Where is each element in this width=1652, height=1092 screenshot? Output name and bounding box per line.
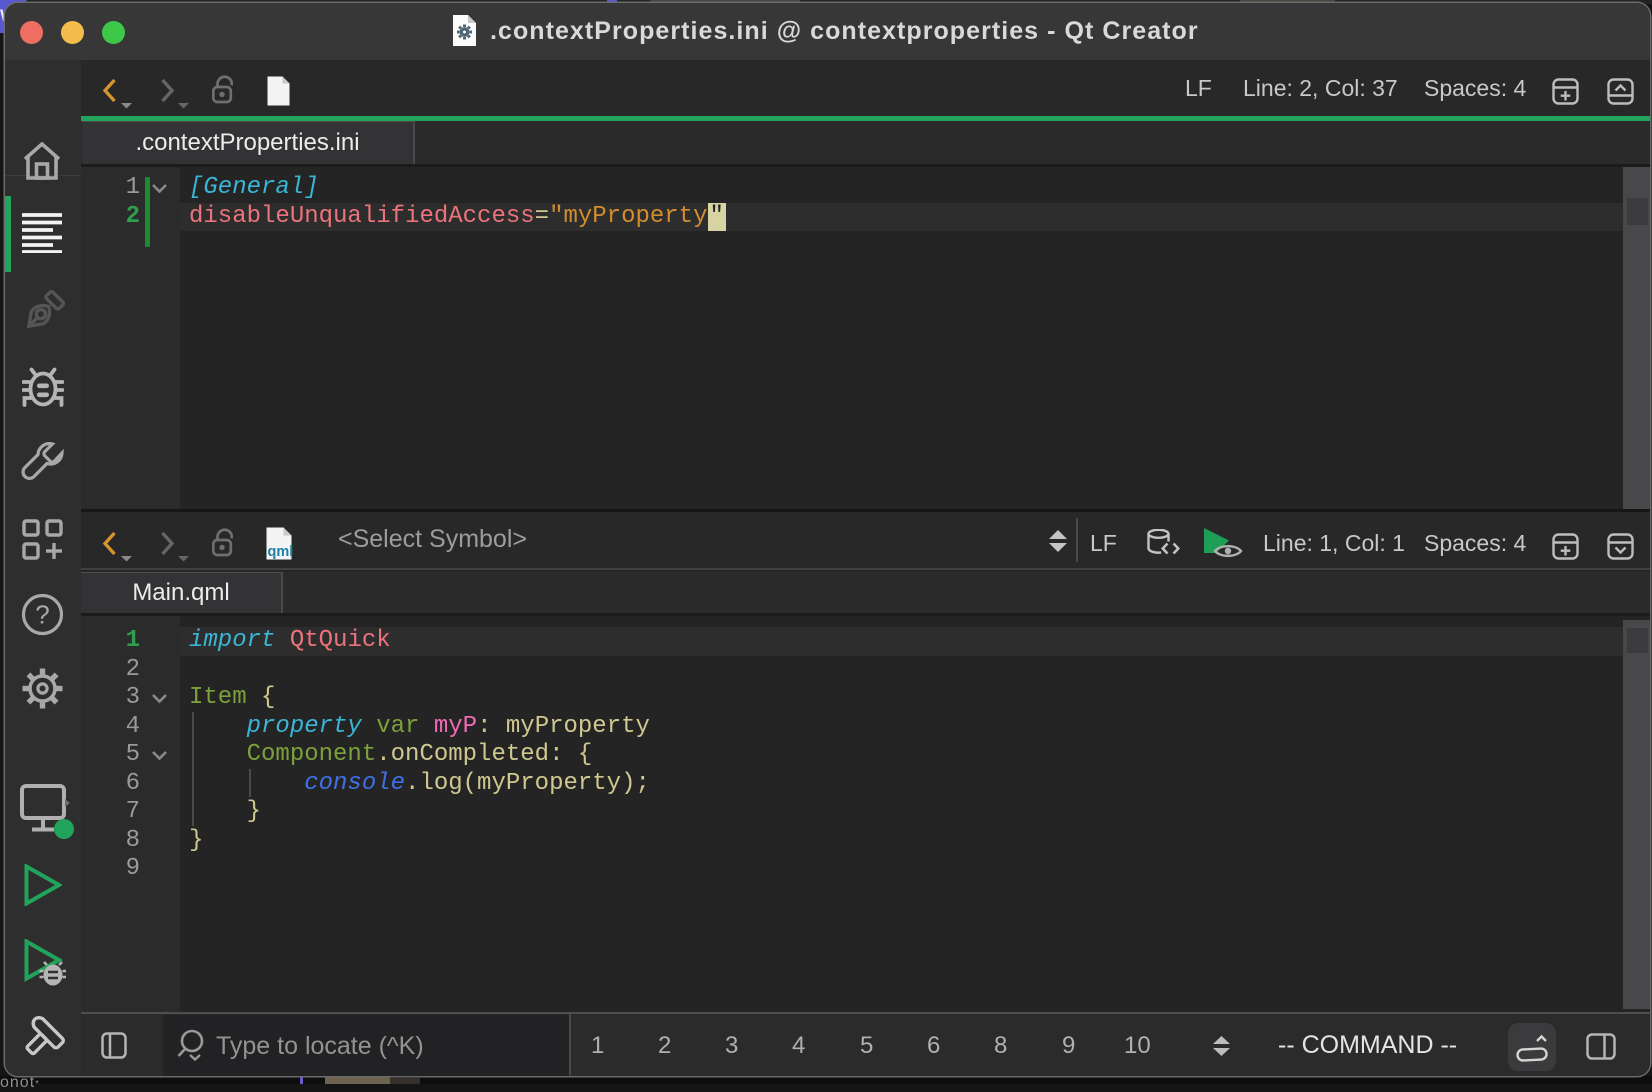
svg-text:qml: qml (268, 544, 294, 560)
svg-text:?: ? (35, 600, 49, 630)
